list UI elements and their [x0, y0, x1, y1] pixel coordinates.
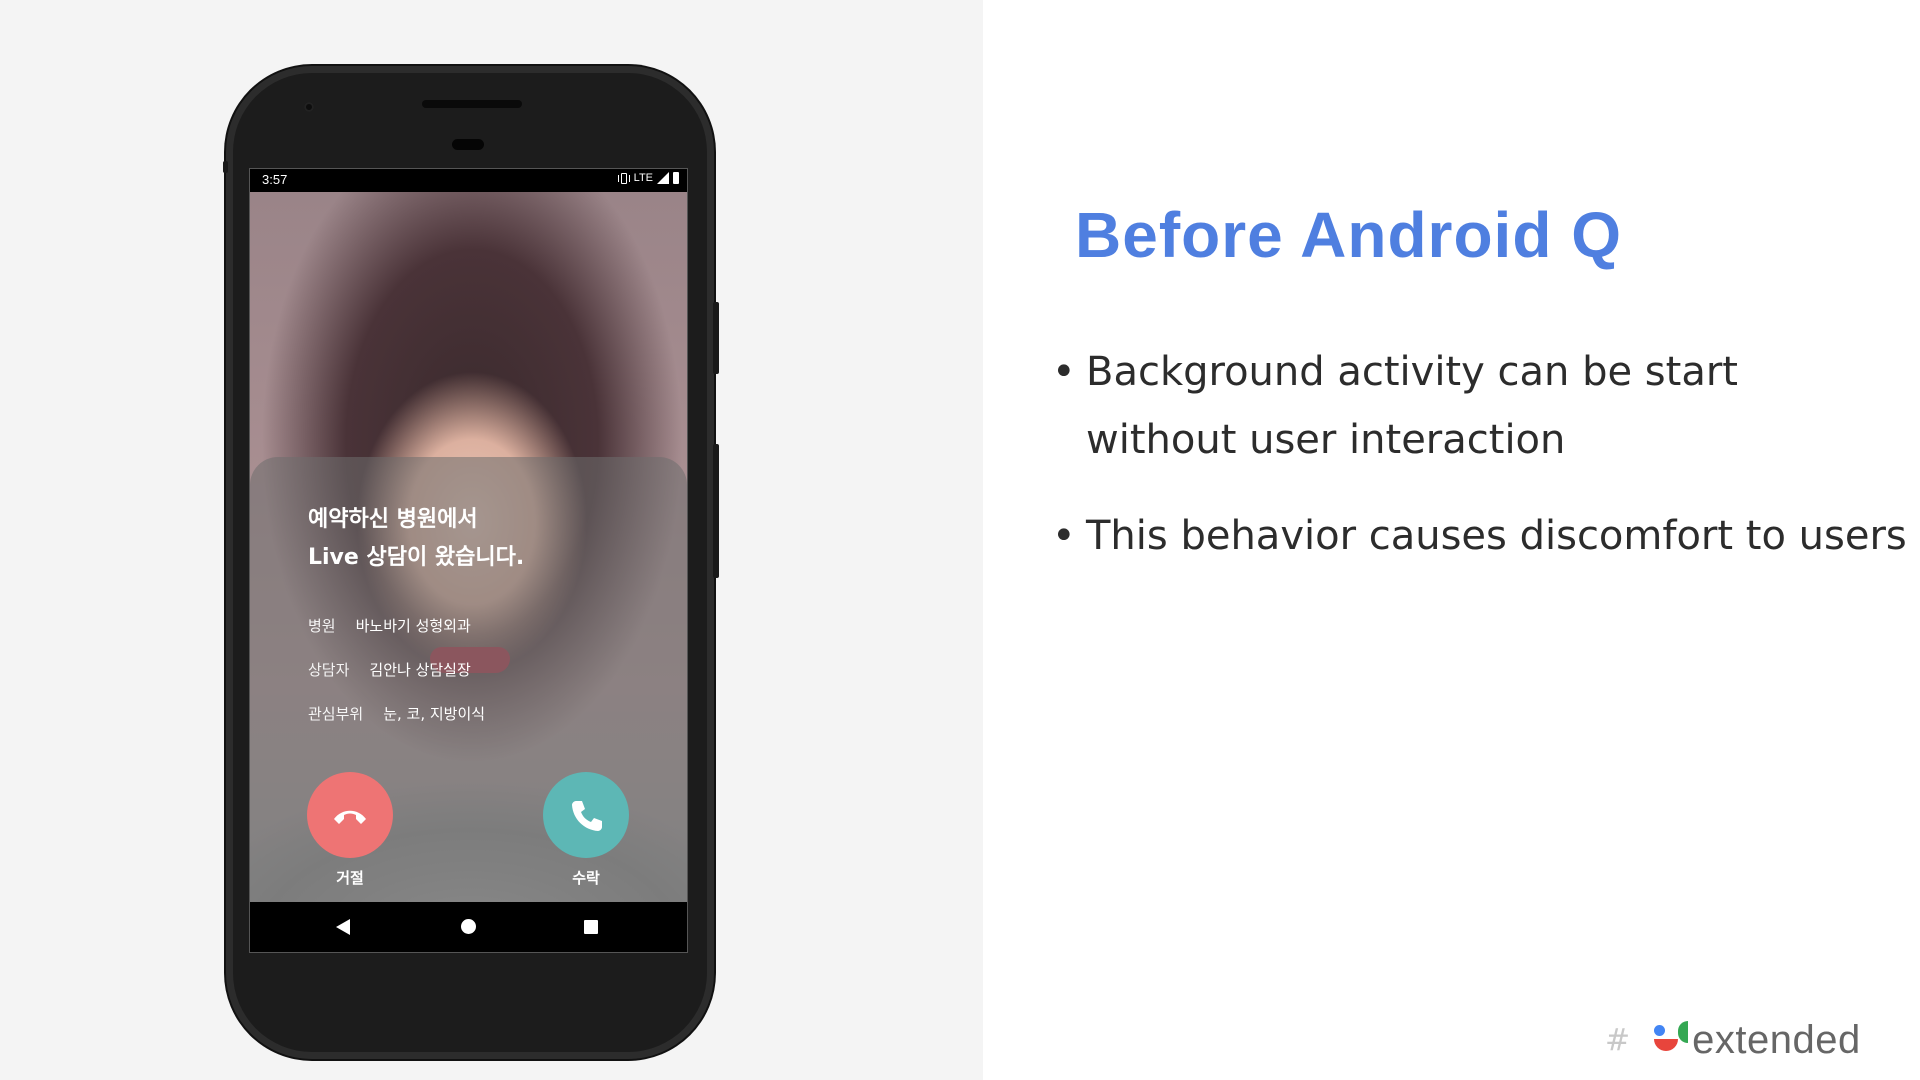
info-row-hospital: 병원 바노바기 성형외과: [308, 615, 471, 636]
logo-red-shape: [1654, 1038, 1679, 1051]
decline-call-button[interactable]: [307, 772, 393, 858]
call-title-line2: Live 상담이 왔습니다.: [308, 545, 525, 570]
signal-icon: [657, 172, 669, 184]
bullet-dot: •: [1052, 349, 1076, 395]
home-icon[interactable]: [461, 919, 476, 934]
status-time: 3:57: [262, 172, 288, 187]
accept-label: 수락: [572, 869, 600, 887]
bullet-text: Background activity can be start without…: [1086, 349, 1738, 463]
power-button: [713, 302, 719, 374]
navigation-bar: [250, 902, 687, 952]
bullet-item: • This behavior causes discomfort to use…: [1050, 502, 1910, 570]
slide-title: Before Android Q: [1075, 199, 1622, 271]
status-icons: LTE: [617, 172, 679, 184]
call-title-line1: 예약하신 병원에서: [308, 507, 478, 532]
battery-icon: [673, 172, 679, 184]
hang-up-icon: [334, 810, 366, 824]
side-button: [223, 161, 228, 173]
info-label: 관심부위: [308, 705, 364, 723]
info-row-counselor: 상담자 김안나 상담실장: [308, 659, 471, 680]
bullet-item: • Background activity can be start witho…: [1050, 338, 1910, 474]
front-camera-icon: [304, 102, 314, 112]
decline-label: 거절: [336, 869, 364, 887]
logo-hash: #: [1605, 1023, 1631, 1058]
vibrate-icon: [617, 172, 630, 184]
network-type: LTE: [633, 172, 653, 184]
status-bar: 3:57 LTE: [250, 169, 687, 192]
call-title: 예약하신 병원에서 Live 상담이 왔습니다.: [308, 501, 628, 577]
earpiece-speaker: [422, 100, 522, 108]
info-value: 김안나 상담실장: [369, 661, 471, 679]
logo-shapes-icon: [1632, 1020, 1692, 1061]
phone-icon: [572, 801, 602, 831]
info-value: 눈, 코, 지방이식: [383, 705, 486, 723]
info-value: 바노바기 성형외과: [355, 617, 471, 635]
accept-call-button[interactable]: [543, 772, 629, 858]
recents-icon[interactable]: [584, 920, 598, 934]
phone-screen: 3:57 LTE 예약하신 병원에서 Live 상담이 왔습니다. 병원 바노바…: [249, 168, 688, 953]
extended-logo: # extended: [1605, 1018, 1861, 1063]
info-row-interest: 관심부위 눈, 코, 지방이식: [308, 703, 485, 724]
back-icon[interactable]: [336, 919, 350, 935]
info-label: 상담자: [308, 661, 350, 679]
info-label: 병원: [308, 617, 336, 635]
logo-text: extended: [1692, 1018, 1861, 1062]
volume-button: [713, 444, 719, 578]
logo-blue-dot: [1654, 1024, 1666, 1036]
bullet-list: • Background activity can be start witho…: [1050, 338, 1910, 598]
bullet-dot: •: [1052, 513, 1076, 559]
phone-mockup: 3:57 LTE 예약하신 병원에서 Live 상담이 왔습니다. 병원 바노바…: [223, 66, 719, 1059]
proximity-sensor: [452, 139, 484, 150]
bullet-text: This behavior causes discomfort to users: [1086, 513, 1907, 559]
logo-green-shape: [1678, 1020, 1689, 1043]
